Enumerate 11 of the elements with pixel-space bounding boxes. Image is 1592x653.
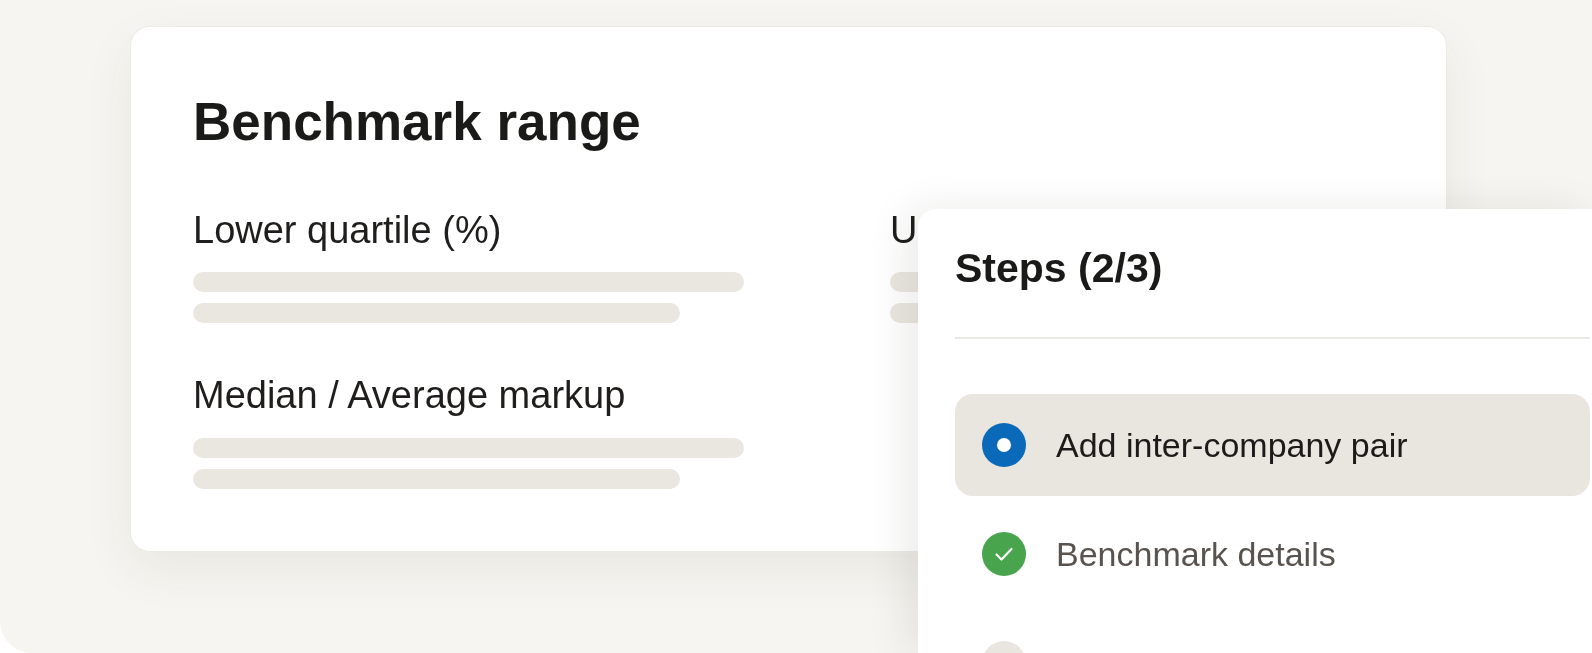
step-item[interactable]: Add inter-company pair (955, 394, 1590, 497)
check-circle-icon (982, 532, 1026, 577)
radio-dot-icon (982, 423, 1026, 468)
steps-title: Steps (2/3) (955, 244, 1163, 293)
step-label: Benchmark details (1056, 533, 1336, 575)
card-title: Benchmark range (193, 91, 641, 153)
step-label: Add inter-company pair (1056, 424, 1408, 466)
field-label: Median / Average markup (193, 373, 626, 419)
field-label: U (890, 207, 918, 253)
step-item[interactable]: Benchmark details (955, 503, 1590, 606)
field-label: Lower quartile (%) (193, 207, 502, 253)
